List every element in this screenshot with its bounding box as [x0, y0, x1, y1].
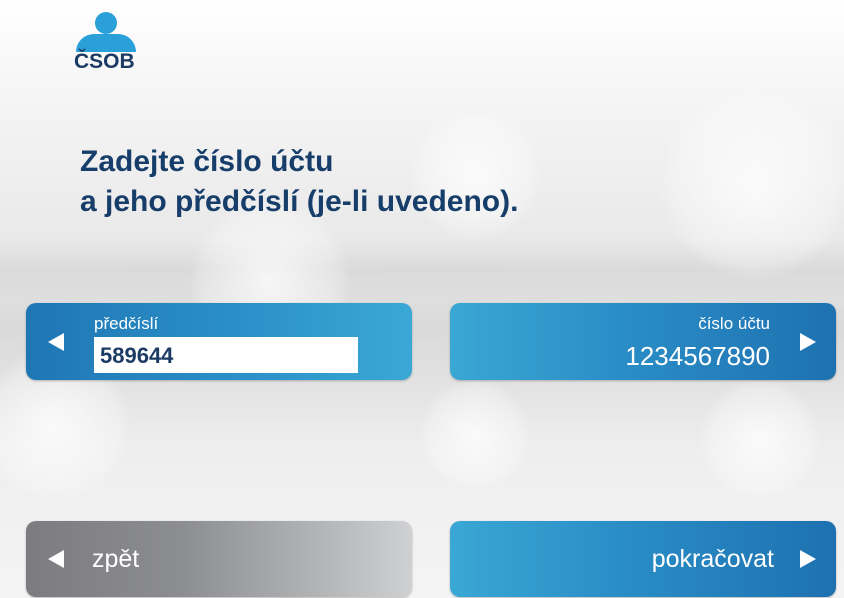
- page-title: Zadejte číslo účtu a jeho předčíslí (je-…: [80, 142, 518, 222]
- account-label: číslo účtu: [698, 314, 770, 333]
- prefix-field-button[interactable]: předčíslí 589644: [26, 303, 412, 380]
- triangle-left-icon: [48, 550, 64, 568]
- back-button-label: zpět: [92, 545, 140, 573]
- bokeh-circle: [700, 380, 820, 500]
- account-value: 1234567890: [625, 341, 770, 371]
- title-line-2: a jeho předčíslí (je-li uvedeno).: [80, 185, 519, 218]
- logo-text: ČSOB: [74, 50, 135, 73]
- continue-button-label: pokračovat: [651, 545, 774, 573]
- csob-logo: ČSOB: [72, 10, 152, 74]
- triangle-right-icon: [800, 550, 816, 568]
- triangle-left-icon: [48, 333, 64, 351]
- title-line-1: Zadejte číslo účtu: [80, 145, 334, 178]
- prefix-value: 589644: [100, 343, 174, 368]
- prefix-input[interactable]: 589644: [94, 337, 358, 373]
- bokeh-circle: [660, 90, 844, 280]
- bokeh-circle: [420, 380, 530, 490]
- prefix-label: předčíslí: [94, 314, 159, 333]
- triangle-right-icon: [800, 333, 816, 351]
- logo-figure-head: [95, 12, 117, 34]
- continue-button[interactable]: pokračovat: [450, 521, 836, 597]
- back-button[interactable]: zpět: [26, 521, 412, 597]
- account-number-button[interactable]: číslo účtu 1234567890: [450, 303, 836, 380]
